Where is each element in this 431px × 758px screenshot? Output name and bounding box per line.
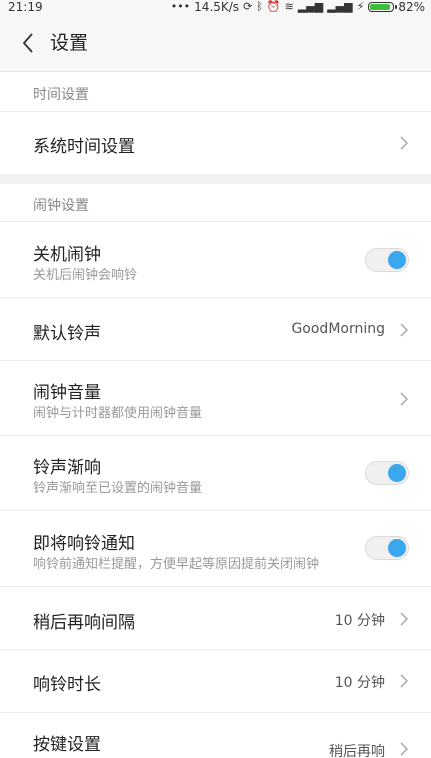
row-alarm-volume[interactable]: 闹钟音量 闹钟与计时器都使用闹钟音量 [0, 361, 431, 435]
power-off-alarm-toggle[interactable] [365, 248, 409, 272]
row-value: 10 分钟 [334, 675, 385, 691]
status-bar: 21:19 ••• 14.5K/s ⟳ ᛒ ⏰ ≋ ▂▄▆ ▂▄▆ ⚡ 82% [0, 0, 431, 14]
chevron-right-icon [399, 135, 409, 151]
chevron-right-icon [399, 611, 409, 627]
page-title: 设置 [50, 32, 89, 54]
crescendo-toggle[interactable] [365, 461, 409, 485]
chevron-right-icon [399, 673, 409, 689]
wifi-icon: ≋ [284, 0, 294, 13]
row-value: 稍后再响 [329, 744, 385, 758]
toggle-knob [388, 251, 406, 269]
chevron-right-icon [399, 391, 409, 407]
upcoming-notice-toggle[interactable] [365, 536, 409, 560]
signal-2-icon: ▂▄▆ [327, 0, 353, 13]
row-title: 响铃时长 [33, 675, 101, 695]
toggle-knob [388, 539, 406, 557]
row-value: GoodMorning [291, 321, 385, 337]
row-snooze-interval[interactable]: 稍后再响间隔 10 分钟 [0, 587, 431, 649]
bluetooth-icon: ᛒ [256, 0, 263, 13]
toggle-knob [388, 464, 406, 482]
battery-fill [370, 4, 390, 10]
signal-icon: ▂▄▆ [297, 0, 324, 13]
row-ring-duration[interactable]: 响铃时长 10 分钟 [0, 650, 431, 712]
app-bar: 设置 [0, 14, 431, 72]
row-subtitle: 铃声渐响至已设置的闹钟音量 [33, 481, 203, 496]
row-title: 铃声渐响 [33, 458, 101, 478]
row-power-off-alarm[interactable]: 关机闹钟 关机后闹钟会响铃 [0, 222, 431, 297]
row-title: 即将响铃通知 [33, 534, 135, 554]
row-key-settings[interactable]: 按键设置 稍后再响 [0, 713, 431, 758]
row-title: 关机闹钟 [33, 245, 101, 265]
row-subtitle: 闹钟与计时器都使用闹钟音量 [33, 406, 203, 421]
section-spacer [0, 174, 431, 184]
row-title: 系统时间设置 [33, 137, 135, 157]
row-subtitle: 关机后闹钟会响铃 [33, 268, 138, 283]
row-value: 10 分钟 [334, 613, 385, 629]
row-title: 闹钟音量 [33, 383, 101, 403]
charging-icon: ⚡ [356, 0, 365, 13]
alarm-icon: ⏰ [266, 0, 281, 13]
row-title: 默认铃声 [33, 324, 101, 344]
sync-icon: ⟳ [243, 0, 253, 13]
back-arrow-icon [22, 33, 33, 53]
section-header-time: 时间设置 [33, 87, 89, 103]
section-header-alarm: 闹钟设置 [33, 198, 89, 214]
more-dots-icon: ••• [170, 0, 191, 13]
row-upcoming-alarm-notice[interactable]: 即将响铃通知 响铃前通知栏提醒，方便早起等原因提前关闭闹钟 [0, 511, 431, 586]
row-title: 稍后再响间隔 [33, 613, 135, 633]
row-default-ringtone[interactable]: 默认铃声 GoodMorning [0, 298, 431, 360]
row-system-time[interactable]: 系统时间设置 [0, 112, 431, 174]
row-subtitle: 响铃前通知栏提醒，方便早起等原因提前关闭闹钟 [33, 557, 320, 572]
chevron-right-icon [399, 741, 409, 757]
net-speed: 14.5K/s [194, 0, 240, 14]
row-title: 按键设置 [33, 735, 101, 755]
battery-icon [368, 2, 398, 12]
status-icons: ••• 14.5K/s ⟳ ᛒ ⏰ ≋ ▂▄▆ ▂▄▆ ⚡ 82% [171, 0, 425, 14]
chevron-right-icon [399, 322, 409, 338]
back-button[interactable] [14, 26, 42, 60]
status-time: 21:19 [8, 0, 43, 14]
row-ringtone-crescendo[interactable]: 铃声渐响 铃声渐响至已设置的闹钟音量 [0, 436, 431, 510]
battery-percent: 82% [398, 0, 425, 14]
